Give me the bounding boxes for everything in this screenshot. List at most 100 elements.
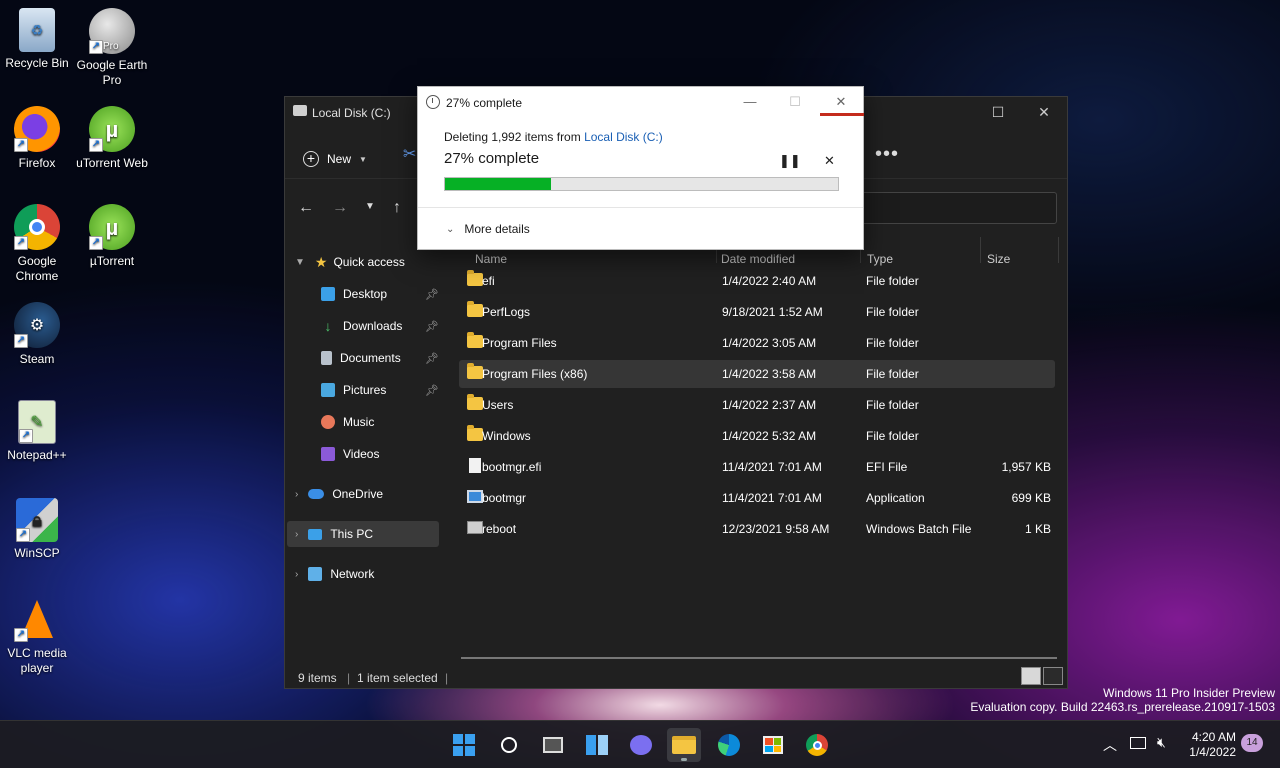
more-details-toggle[interactable]: ⌄ More details [446, 222, 530, 236]
window-title: Local Disk (C:) [312, 106, 391, 120]
table-row[interactable]: Windows 1/4/2022 5:32 AM File folder [459, 422, 1055, 450]
store-button[interactable] [756, 728, 790, 762]
item-count: 9 items [298, 671, 337, 685]
close-button[interactable]: ✕ [821, 91, 861, 115]
chevron-right-icon: › [295, 528, 299, 540]
minimize-button[interactable]: — [730, 91, 770, 115]
display-icon[interactable] [1130, 737, 1146, 749]
sidebar-item-music[interactable]: Music [321, 409, 374, 435]
desktop-icon-steam[interactable]: ⚙ ↗ Steam [0, 302, 74, 367]
details-view-button[interactable] [1021, 667, 1041, 685]
cut-icon[interactable]: ✂ [403, 144, 416, 164]
search-input[interactable] [859, 192, 1057, 224]
videos-icon [321, 447, 335, 461]
desktop-icon-firefox[interactable]: ↗ Firefox [0, 106, 74, 171]
search-button[interactable] [492, 728, 526, 762]
table-row[interactable]: PerfLogs 9/18/2021 1:52 AM File folder [459, 298, 1055, 326]
new-button[interactable]: + New ▼ [303, 145, 367, 173]
network-icon [308, 567, 323, 581]
clock[interactable]: 4:20 AM 1/4/2022 [1186, 730, 1236, 768]
column-separator[interactable] [1058, 237, 1059, 263]
task-view-button[interactable] [536, 728, 570, 762]
file-type: File folder [866, 367, 919, 381]
file-type: EFI File [866, 460, 908, 474]
table-row[interactable]: bootmgr 11/4/2021 7:01 AM Application 699 K… [459, 484, 1055, 512]
tiles-view-button[interactable] [1043, 667, 1063, 685]
date-modified: 1/4/2022 3:58 AM [722, 367, 817, 381]
sidebar-item-onedrive[interactable]: › OneDrive [295, 481, 383, 507]
back-arrow-icon[interactable]: ← [298, 199, 314, 217]
operation-description: Deleting 1,992 items from Local Disk (C:… [444, 130, 663, 144]
vlc-cone-icon: ↗ [14, 596, 60, 642]
status-divider: | [445, 671, 449, 685]
pause-button[interactable]: ❚❚ [779, 153, 801, 169]
pin-icon[interactable]: 📌︎ [425, 288, 439, 301]
desktop-icon-notepad-plus-plus[interactable]: ✎ ↗ Notepad++ [0, 400, 74, 463]
sidebar-item-this-pc[interactable]: › This PC [295, 521, 373, 547]
desktop-icon-google-chrome[interactable]: ↗ Google Chrome [0, 204, 74, 284]
desktop-icon-winscp[interactable]: 🔒︎ ↗ WinSCP [0, 498, 74, 561]
sidebar-item-pictures[interactable]: Pictures 📌︎ [321, 377, 439, 403]
chat-button[interactable] [624, 728, 658, 762]
desktop-icon-utorrent[interactable]: µ ↗ µTorrent [75, 204, 149, 269]
desktop-icon-vlc[interactable]: ↗ VLC media player [0, 596, 74, 676]
folder-icon [467, 363, 483, 379]
table-row[interactable]: Program Files 1/4/2022 3:05 AM File folder [459, 329, 1055, 357]
sidebar-item-videos[interactable]: Videos [321, 441, 379, 467]
file-name: reboot [482, 522, 517, 536]
date-modified: 1/4/2022 2:40 AM [722, 274, 817, 288]
chrome-taskbar-button[interactable] [800, 728, 834, 762]
pin-icon[interactable]: 📌︎ [425, 320, 439, 333]
file-explorer-taskbar-button[interactable] [667, 728, 701, 762]
maximize-button[interactable]: ☐ [975, 97, 1021, 127]
volume-muted-icon[interactable]: 🔇︎ [1157, 734, 1166, 751]
sidebar-item-label: Music [343, 415, 375, 429]
sidebar-item-documents[interactable]: Documents 📌︎ [321, 345, 439, 371]
horizontal-scrollbar[interactable] [461, 657, 1057, 659]
sidebar-item-quick-access[interactable]: ▼ ★ Quick access [295, 249, 405, 275]
desktop-icon-google-earth-pro[interactable]: Pro ↗ Google Earth Pro [75, 8, 149, 88]
desktop-icon-label: Recycle Bin [5, 56, 69, 70]
table-row[interactable]: Program Files (x86) 1/4/2022 3:58 AM File … [459, 360, 1055, 388]
close-button[interactable]: ✕ [1021, 97, 1067, 127]
sidebar-item-network[interactable]: › Network [295, 561, 374, 587]
widgets-button[interactable] [580, 728, 614, 762]
onedrive-cloud-icon [308, 489, 325, 499]
pin-icon[interactable]: 📌︎ [425, 352, 439, 365]
start-button[interactable] [447, 728, 481, 762]
table-row[interactable]: bootmgr.efi 11/4/2021 7:01 AM EFI File 1,95… [459, 453, 1055, 481]
notification-count-badge[interactable]: 14 [1241, 734, 1263, 752]
sidebar-item-label: OneDrive [332, 487, 384, 501]
table-row[interactable]: efi 1/4/2022 2:40 AM File folder [459, 267, 1055, 295]
batch-file-icon [467, 521, 483, 534]
show-hidden-icons-chevron[interactable]: ︿ [1103, 735, 1117, 755]
sidebar-item-downloads[interactable]: ↓ Downloads 📌︎ [321, 313, 439, 339]
sidebar-item-label: Downloads [343, 319, 403, 333]
cancel-button[interactable]: ✕ [824, 153, 835, 169]
more-options-icon[interactable]: ••• [875, 143, 899, 166]
edge-button[interactable] [712, 728, 746, 762]
source-location-link[interactable]: Local Disk (C:) [584, 130, 663, 144]
winscp-icon: 🔒︎ ↗ [16, 498, 58, 542]
progress-bar-fill [445, 178, 552, 190]
edge-icon [718, 734, 740, 756]
sidebar-item-desktop[interactable]: Desktop 📌︎ [321, 281, 439, 307]
notepad-plus-plus-icon: ✎ ↗ [18, 400, 56, 444]
folder-icon [467, 332, 483, 348]
desktop-icon-label: VLC media player [7, 646, 67, 675]
recent-locations-chevron-icon[interactable]: ▼ [365, 201, 375, 212]
forward-arrow-icon[interactable]: → [332, 199, 348, 217]
column-separator[interactable] [980, 237, 981, 263]
desktop-icon-utorrent-web[interactable]: µ ↗ uTorrent Web [75, 106, 149, 171]
task-view-icon [543, 737, 563, 753]
folder-icon [467, 394, 483, 410]
table-row[interactable]: reboot 12/23/2021 9:58 AM Windows Batch Fi… [459, 515, 1055, 543]
up-arrow-icon[interactable]: ↑ [393, 199, 401, 217]
file-name: PerfLogs [482, 305, 531, 319]
date-modified: 1/4/2022 3:05 AM [722, 336, 817, 350]
table-row[interactable]: Users 1/4/2022 2:37 AM File folder [459, 391, 1055, 419]
desktop-icon-recycle-bin[interactable]: ♻ Recycle Bin [0, 8, 74, 71]
maximize-button[interactable]: ☐ [775, 91, 815, 115]
shortcut-arrow-icon: ↗ [89, 40, 103, 54]
pin-icon[interactable]: 📌︎ [425, 384, 439, 397]
